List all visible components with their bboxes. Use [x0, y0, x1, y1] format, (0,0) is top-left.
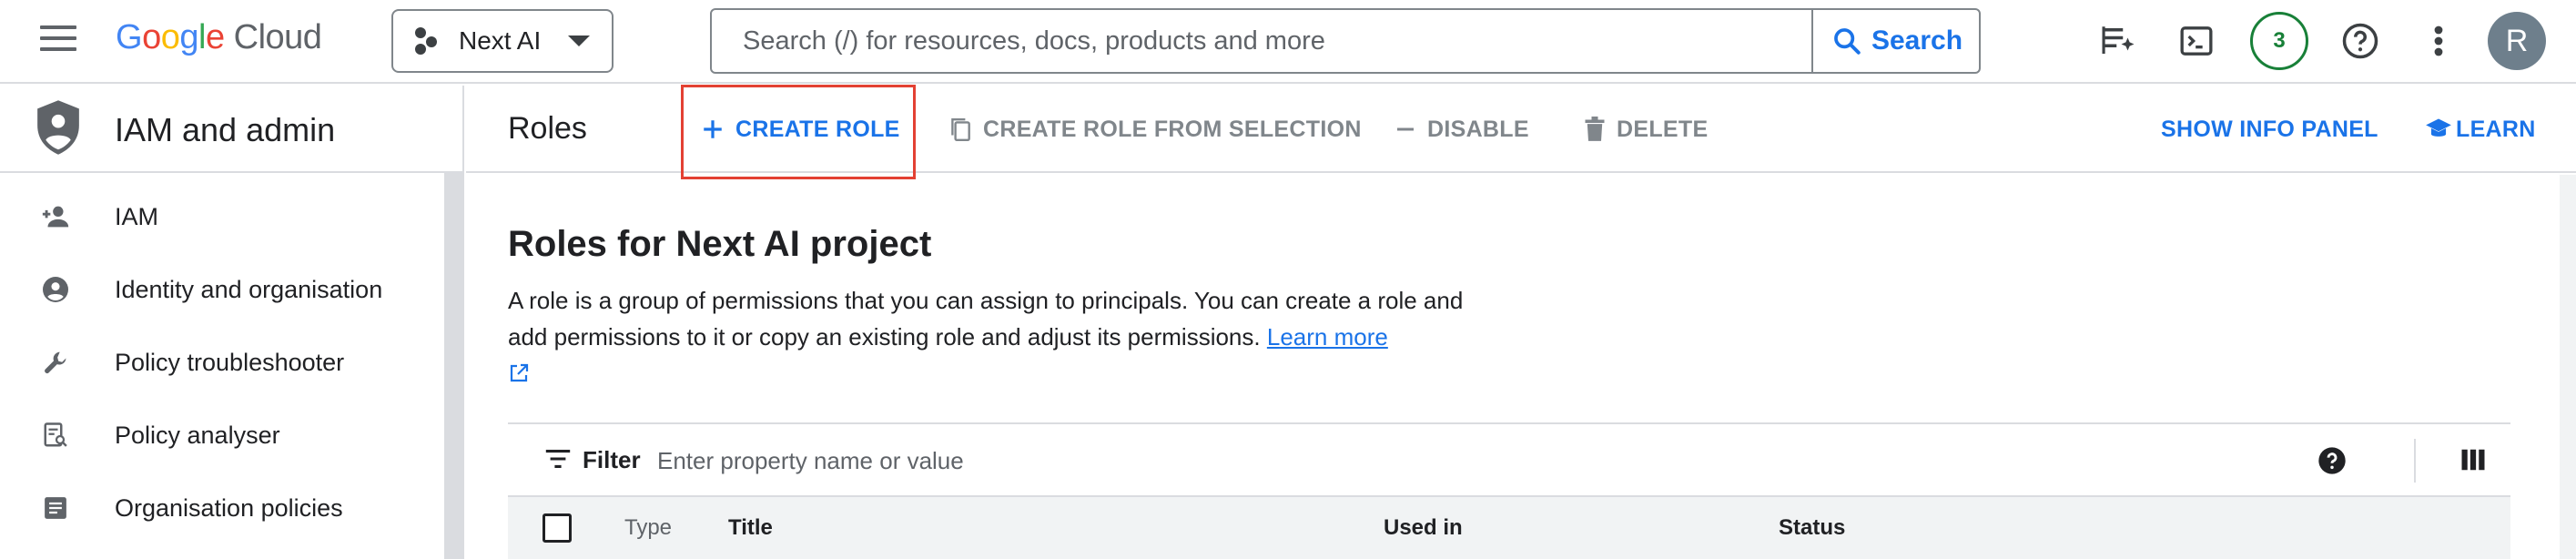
search-button[interactable]: Search — [1811, 10, 1981, 72]
column-display-icon[interactable] — [2459, 446, 2487, 478]
search-icon — [1834, 28, 1861, 55]
analyser-icon — [38, 418, 73, 452]
sidebar-title: IAM and admin — [115, 111, 336, 148]
gemini-icon[interactable] — [2095, 18, 2141, 64]
minus-icon — [1397, 127, 1414, 131]
logo-cloud: Cloud — [233, 18, 322, 56]
column-title[interactable]: Title — [728, 515, 773, 541]
sidebar-item-identity-and-organisation[interactable]: Identity and organisation — [0, 253, 442, 326]
table-header: Type Title Used in Status — [508, 497, 2510, 559]
wrench-icon — [38, 345, 73, 380]
help-icon[interactable] — [2338, 18, 2383, 64]
shield-icon — [33, 98, 84, 161]
filter-icon — [545, 450, 571, 468]
list-icon — [38, 491, 73, 525]
roles-heading: Roles for Next AI project — [508, 224, 932, 264]
project-name: Next AI — [459, 26, 542, 55]
filter-label: Filter — [583, 446, 641, 473]
sidebar-item-organisation-policies[interactable]: Organisation policies — [0, 472, 442, 544]
school-icon — [2426, 118, 2451, 137]
delete-label: DELETE — [1617, 116, 1709, 142]
learn-label: LEARN — [2456, 116, 2536, 142]
account-circle-icon — [38, 272, 73, 307]
filter-help-icon[interactable] — [2317, 446, 2347, 480]
sidebar-item-label: Organisation policies — [115, 493, 343, 522]
logo-google: Google — [116, 18, 225, 56]
sidebar-header: IAM and admin — [0, 86, 464, 173]
learn-more-link[interactable]: Learn more — [1267, 323, 1388, 351]
roles-description: A role is a group of permissions that yo… — [508, 282, 1473, 355]
search-button-label: Search — [1871, 25, 1963, 56]
sidebar-item-label: IAM — [115, 202, 159, 230]
search-box: Search — [710, 8, 1981, 74]
trash-icon — [1585, 117, 1605, 141]
sidebar-item-policy-analyser[interactable]: Policy analyser — [0, 399, 442, 472]
notification-badge[interactable]: 3 — [2250, 12, 2308, 70]
sidebar: IAM Identity and organisation Policy tro… — [0, 173, 464, 559]
show-info-panel-label: SHOW INFO PANEL — [2161, 116, 2378, 142]
sidebar-item-label: Identity and organisation — [115, 275, 383, 303]
project-selector[interactable]: Next AI — [391, 9, 614, 73]
column-used-in[interactable]: Used in — [1384, 515, 1463, 541]
disable-button[interactable]: DISABLE — [1394, 111, 1529, 147]
create-role-from-selection-button[interactable]: CREATE ROLE FROM SELECTION — [948, 111, 1362, 147]
top-bar: Google Cloud Next AI Search 3 R — [0, 0, 2576, 84]
create-role-from-selection-label: CREATE ROLE FROM SELECTION — [983, 116, 1362, 142]
sidebar-item-policy-troubleshooter[interactable]: Policy troubleshooter — [0, 326, 442, 399]
filter-input[interactable] — [657, 441, 1567, 481]
select-all-checkbox[interactable] — [543, 513, 572, 543]
sidebar-item-label: Policy troubleshooter — [115, 348, 345, 376]
page-title: Roles — [508, 111, 587, 146]
google-cloud-logo[interactable]: Google Cloud — [116, 18, 322, 57]
column-type[interactable]: Type — [624, 515, 672, 541]
show-info-panel-button[interactable]: SHOW INFO PANEL — [2161, 111, 2378, 147]
open-in-new-icon[interactable] — [508, 362, 530, 389]
main-content: Roles for Next AI project A role is a gr… — [466, 175, 2576, 559]
more-vert-icon[interactable] — [2416, 18, 2461, 64]
learn-button[interactable]: LEARN — [2425, 111, 2536, 147]
menu-icon[interactable] — [40, 25, 76, 55]
sidebar-scrollbar[interactable] — [444, 173, 462, 559]
cloud-shell-icon[interactable] — [2174, 18, 2219, 64]
sidebar-item-label: Policy analyser — [115, 421, 280, 449]
avatar[interactable]: R — [2488, 12, 2546, 70]
filter-bar: Filter — [508, 422, 2510, 497]
create-role-highlight — [681, 85, 916, 179]
delete-button[interactable]: DELETE — [1584, 111, 1708, 147]
person-add-icon — [38, 199, 73, 234]
chevron-down-icon — [568, 36, 590, 46]
main-scrollbar[interactable] — [2560, 175, 2576, 559]
disable-label: DISABLE — [1427, 116, 1529, 142]
column-status[interactable]: Status — [1779, 515, 1845, 541]
search-input[interactable] — [712, 10, 1811, 72]
copy-icon — [951, 118, 970, 142]
filter-divider — [2414, 439, 2416, 483]
project-icon — [415, 27, 442, 55]
sidebar-item-iam[interactable]: IAM — [0, 180, 442, 253]
